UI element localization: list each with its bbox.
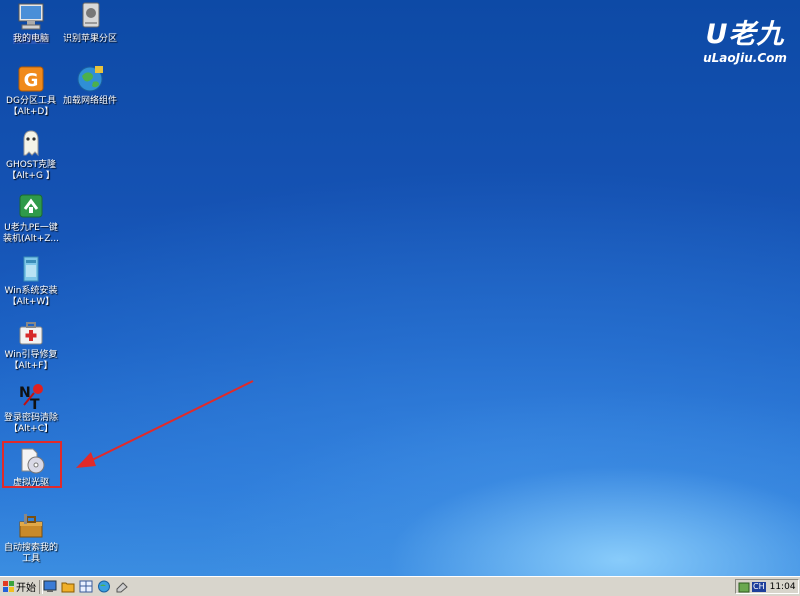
- apple-partition-item[interactable]: 识别苹果分区: [59, 2, 121, 45]
- ghost-clone-item[interactable]: GHOST克隆 【Alt+G 】: [0, 128, 62, 182]
- language-indicator[interactable]: CH: [752, 581, 766, 592]
- disk-genius-icon: G: [18, 66, 44, 92]
- password-clear-label: 登录密码清除 【Alt+C】: [3, 413, 58, 434]
- svg-text:T: T: [30, 397, 40, 411]
- folder-quicklaunch-icon[interactable]: [61, 580, 75, 593]
- pe-install-icon: [19, 194, 43, 218]
- desktop-quicklaunch-icon[interactable]: [43, 580, 57, 593]
- computer-icon: [18, 3, 44, 30]
- apple-drive-icon: [82, 2, 100, 28]
- dg-partition-item[interactable]: G DG分区工具 【Alt+D】: [0, 64, 62, 118]
- start-button[interactable]: 开始: [1, 578, 38, 595]
- brand-watermark: U老九 uLaoJiu.Com: [695, 12, 795, 65]
- taskbar: 开始 CH 11:04: [0, 576, 800, 596]
- win-setup-icon: [23, 256, 39, 282]
- grid-tool-quicklaunch-icon[interactable]: [79, 580, 93, 593]
- auto-search-tools-label: 自动搜索我的 工具: [3, 543, 58, 564]
- clock[interactable]: 11:04: [770, 582, 796, 592]
- pe-install-item[interactable]: U老九PE一键 装机(Alt+Z...: [0, 191, 62, 245]
- brand-logo: U老九: [705, 19, 785, 50]
- auto-search-tools-item[interactable]: 自动搜索我的 工具: [0, 511, 62, 565]
- ghost-clone-label: GHOST克隆 【Alt+G 】: [5, 160, 57, 181]
- windows-logo-icon: [3, 581, 14, 592]
- start-label: 开始: [16, 583, 36, 594]
- boot-repair-label: Win引导修复 【Alt+F】: [4, 350, 58, 371]
- my-computer-icon-item[interactable]: 我的电脑: [0, 2, 62, 45]
- svg-text:G: G: [24, 70, 39, 91]
- ghost-icon: [23, 130, 39, 157]
- boot-repair-item[interactable]: Win引导修复 【Alt+F】: [0, 318, 62, 372]
- globe-icon: [77, 66, 103, 92]
- highlight-box: [2, 441, 62, 488]
- apple-partition-label: 识别苹果分区: [62, 34, 117, 44]
- first-aid-kit-icon: [19, 322, 43, 345]
- network-component-item[interactable]: 加载网络组件: [59, 64, 121, 107]
- brand-url: uLaoJiu.Com: [703, 51, 787, 65]
- tray-status-icon[interactable]: [738, 581, 750, 593]
- eraser-quicklaunch-icon[interactable]: [115, 580, 129, 593]
- desktop: 我的电脑 识别苹果分区 G DG分区工具 【Alt+D】 加载网络组件 GHOS…: [0, 0, 800, 576]
- nt-password-icon: N T: [19, 384, 43, 411]
- win-install-label: Win系统安装 【Alt+W】: [4, 286, 58, 307]
- network-quicklaunch-icon[interactable]: [97, 580, 111, 593]
- network-component-label: 加载网络组件: [62, 96, 117, 106]
- my-computer-label: 我的电脑: [12, 34, 49, 44]
- dg-partition-label: DG分区工具 【Alt+D】: [6, 96, 56, 117]
- pe-install-label: U老九PE一键 装机(Alt+Z...: [3, 223, 59, 244]
- system-tray: CH 11:04: [735, 579, 799, 594]
- win-install-item[interactable]: Win系统安装 【Alt+W】: [0, 254, 62, 308]
- toolbox-icon: [19, 514, 43, 538]
- password-clear-item[interactable]: N T 登录密码清除 【Alt+C】: [0, 381, 62, 435]
